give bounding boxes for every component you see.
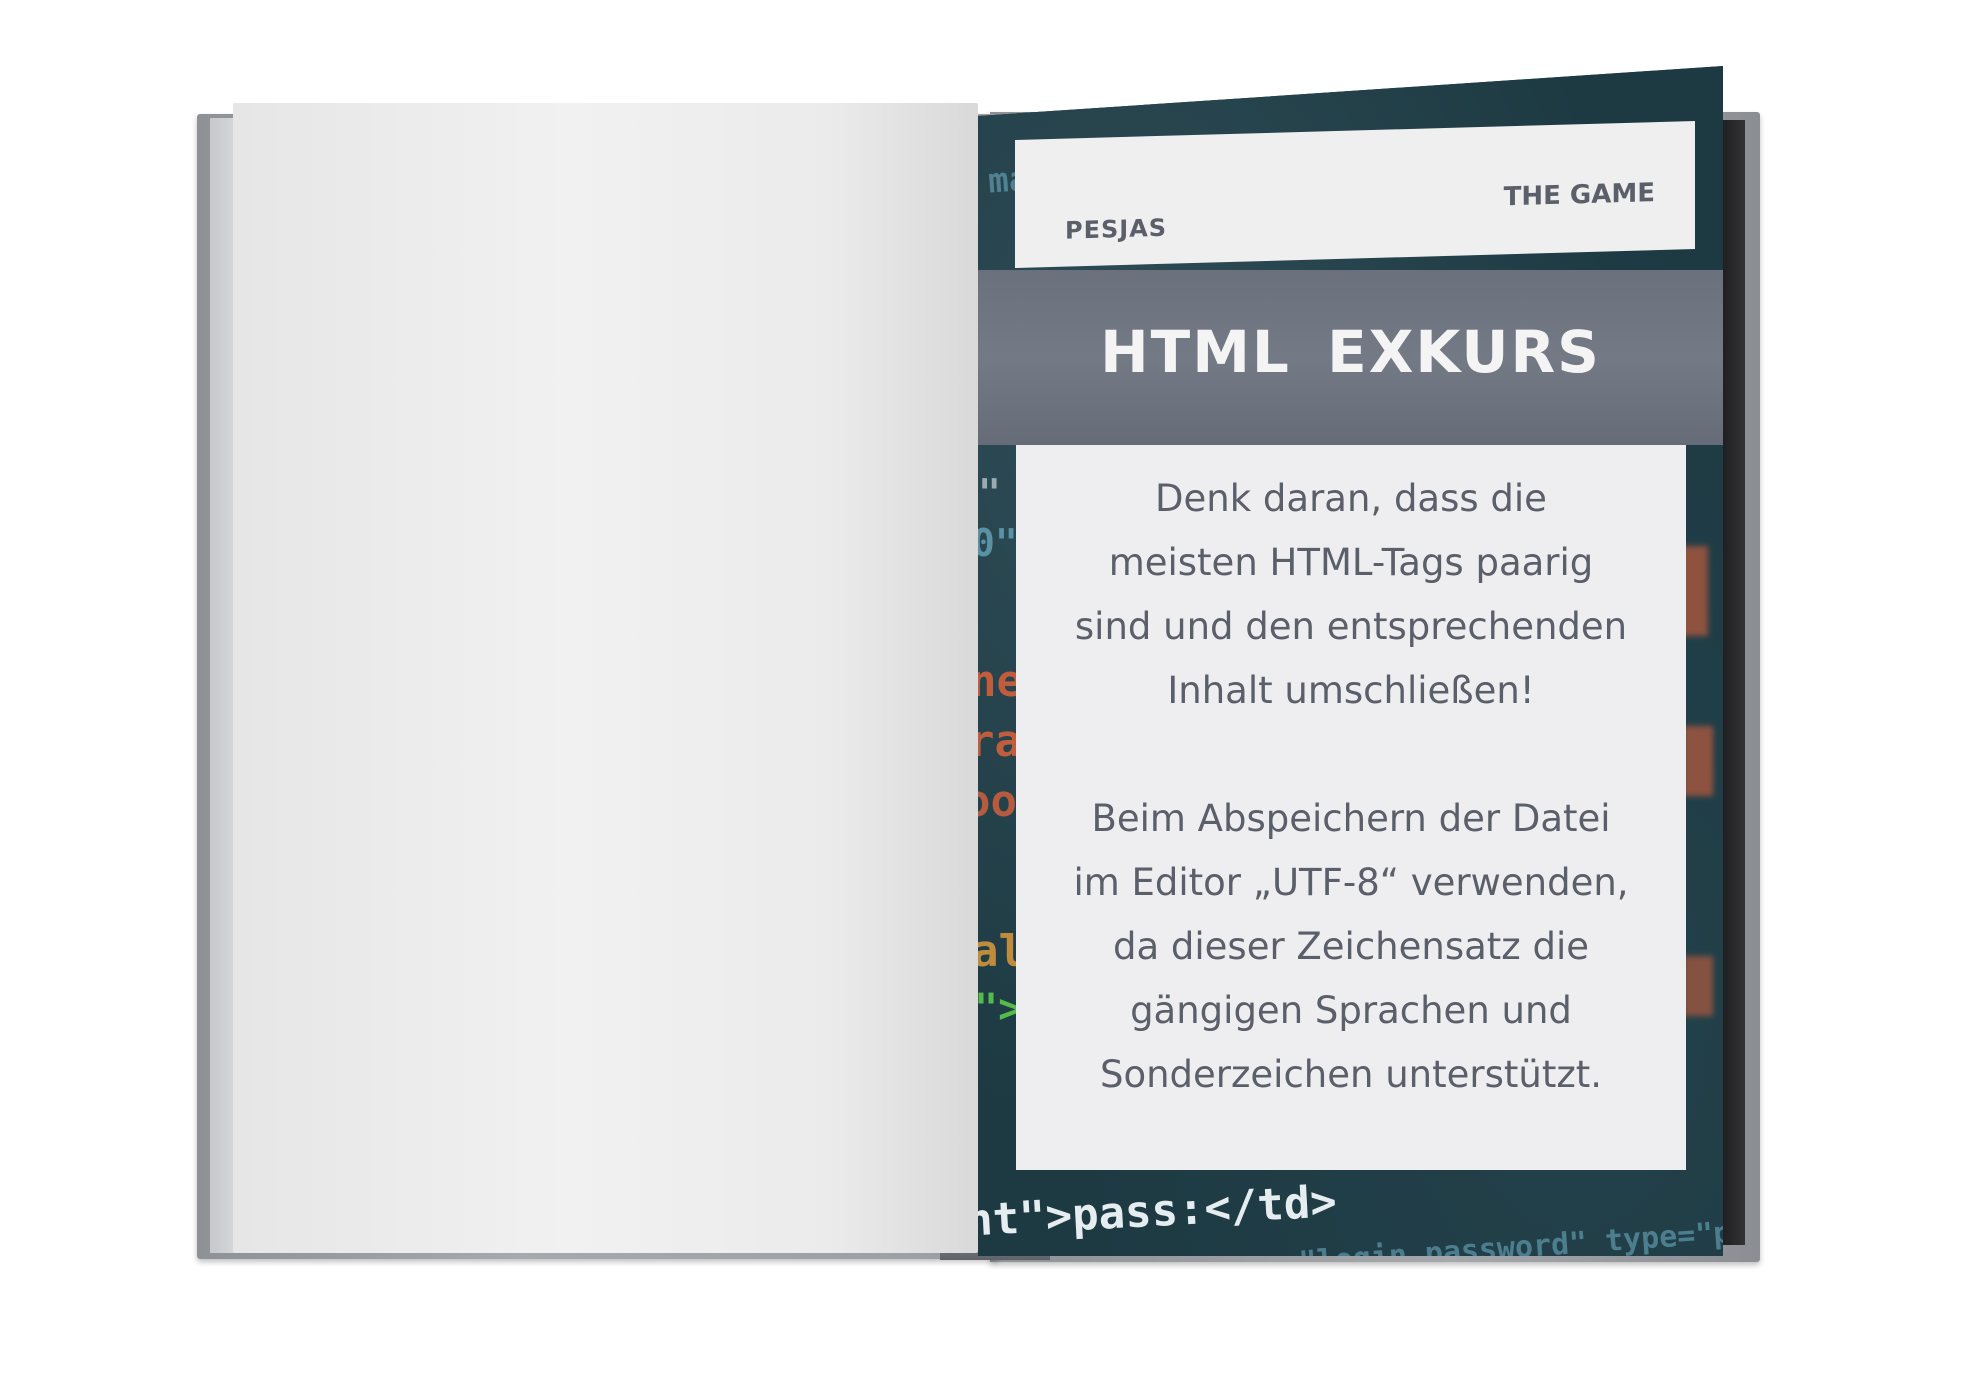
code-fragment: " [978, 471, 1001, 515]
blank-left-page [233, 103, 978, 1253]
paragraph: Denk daran, dass die meisten HTML-Tags p… [1016, 467, 1686, 723]
body-text: Denk daran, dass die meisten HTML-Tags p… [1016, 467, 1686, 1107]
text-line: im Editor „UTF-8“ verwenden, [1073, 861, 1629, 904]
text-line: Inhalt umschließen! [1167, 669, 1535, 712]
text-card: Denk daran, dass die meisten HTML-Tags p… [1016, 445, 1686, 1170]
code-fragment: 0" [978, 521, 1018, 565]
code-accent-orange [1683, 956, 1713, 1016]
code-fragment: ht">pass:</td> [978, 1176, 1338, 1247]
text-line: gängigen Sprachen und [1130, 989, 1572, 1032]
paragraph: Beim Abspeichern der Datei im Editor „UT… [1016, 787, 1686, 1107]
text-line: sind und den entsprechenden [1074, 605, 1628, 648]
title-band: HTML EXKURS [978, 270, 1723, 445]
author-label: PESJAS [1065, 213, 1168, 245]
code-accent-orange [1683, 726, 1713, 796]
header-card: PESJAS THE GAME [1015, 121, 1695, 268]
text-line: da dieser Zeichensatz die [1112, 925, 1590, 968]
text-line: Beim Abspeichern der Datei [1091, 797, 1611, 840]
chapter-title: HTML EXKURS [1100, 318, 1601, 386]
text-line: meisten HTML-Tags paarig [1108, 541, 1594, 584]
series-label: THE GAME [1503, 178, 1655, 213]
text-line: Sonderzeichen unterstützt. [1099, 1053, 1603, 1096]
open-book: margin:0 " 0" net ran oor alig "> ht">pa… [0, 0, 1972, 1379]
text-line: Denk daran, dass die [1155, 477, 1547, 520]
